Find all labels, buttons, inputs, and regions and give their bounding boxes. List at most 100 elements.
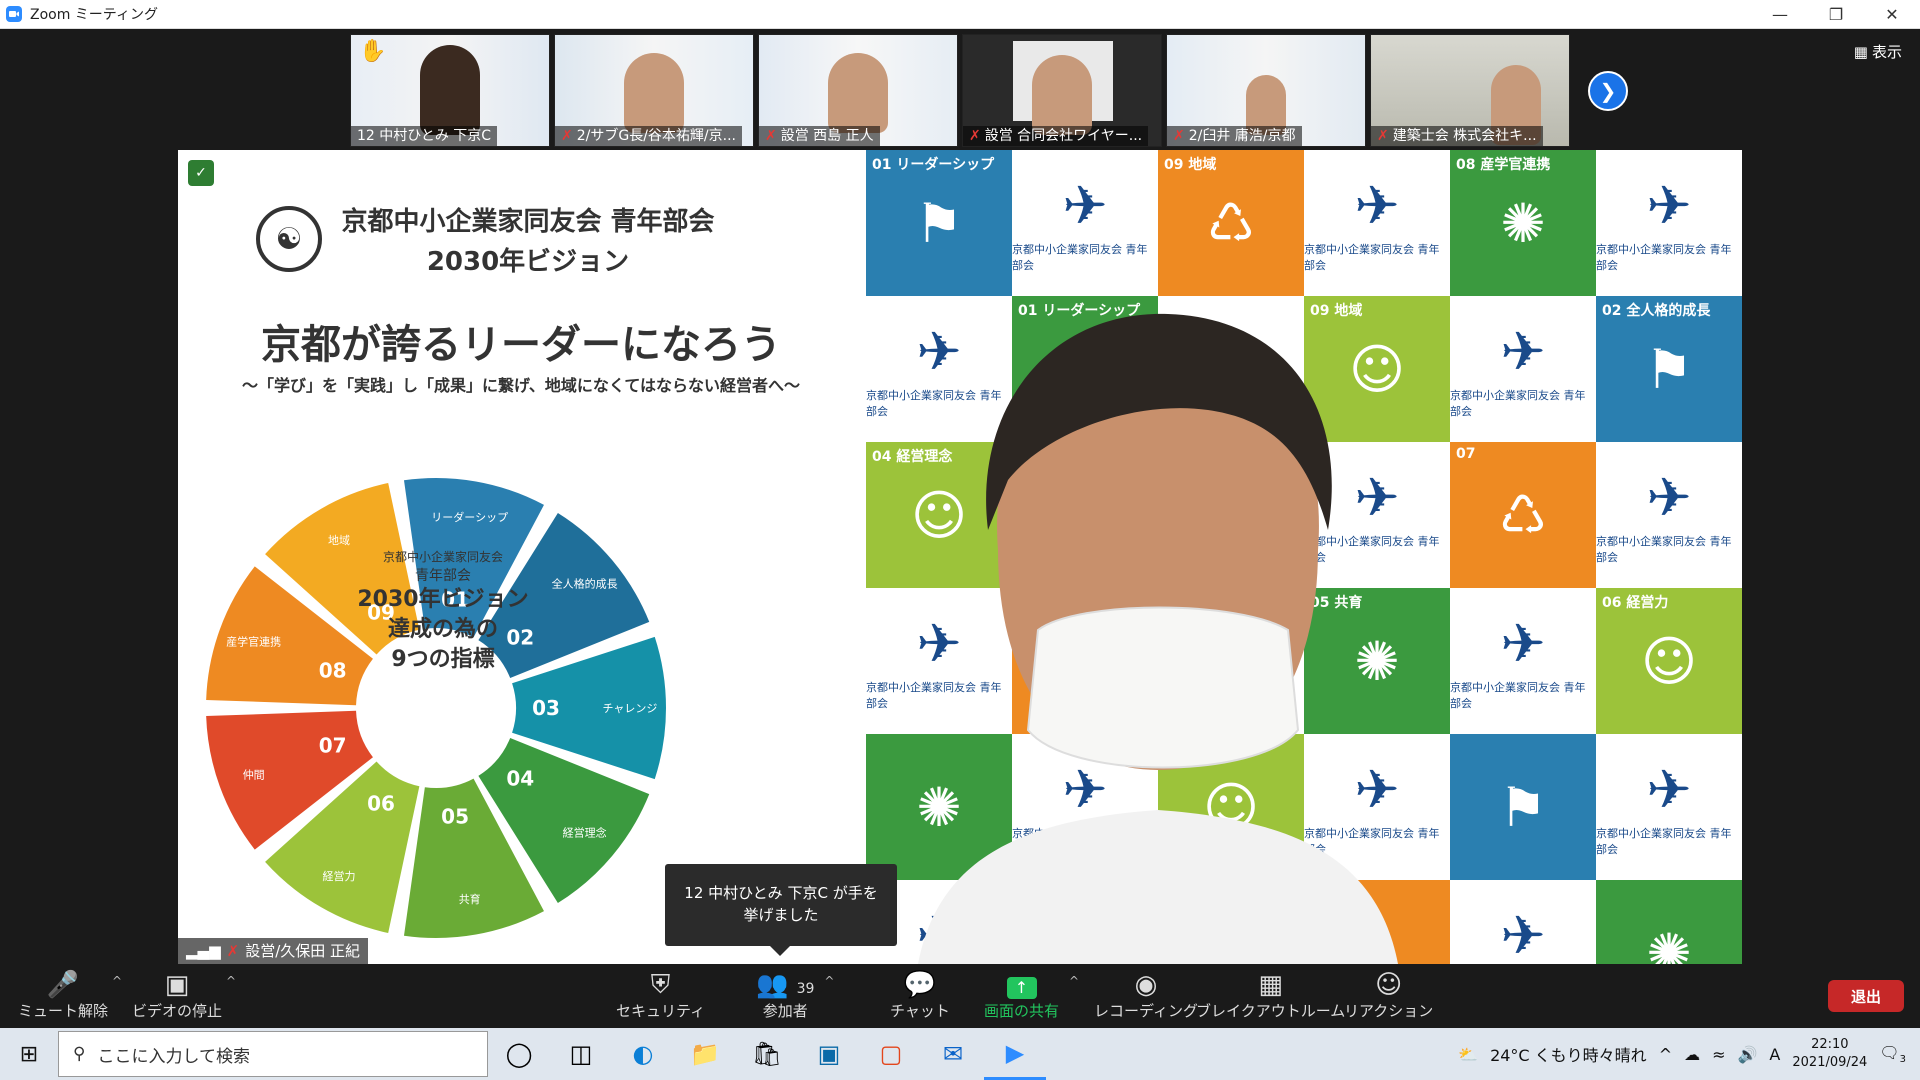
muted-mic-icon: ✗ [561,128,573,144]
close-button[interactable]: ✕ [1864,0,1920,29]
organization-logo-icon: ☯ [256,206,322,272]
edge-browser-icon[interactable]: ◐ [612,1028,674,1080]
indicator-icon: ✺ [1646,921,1692,965]
meeting-toolbar: 🎤 ミュート解除 ^ ▣ ビデオの停止 ^ ⛨ セキュリティ 👥 39 参加者 … [0,964,1920,1028]
breakout-rooms-button[interactable]: ▦ ブレイクアウトルーム [1196,970,1345,1021]
restore-button[interactable]: ❐ [1808,0,1864,29]
wheel-segment-label: 地域 [328,534,350,547]
participant-tile[interactable]: ✗ 設営 合同会社ワイヤー... [962,34,1162,147]
share-screen-icon: ↑ [1006,970,1037,1000]
zoom-taskbar-icon[interactable]: ▶ [984,1028,1046,1080]
stop-video-button[interactable]: ▣ ビデオの停止 ^ [132,970,236,1021]
indicator-icon: ⚑ [914,191,964,255]
participant-tile[interactable]: ✗ 設営 西島 正人 [758,34,958,147]
dell-app-icon[interactable]: ▣ [798,1028,860,1080]
slide-headline: 京都が誇るリーダーになろう [261,322,781,368]
office-icon[interactable]: ▢ [860,1028,922,1080]
participants-button[interactable]: 👥 39 参加者 ^ [756,970,834,1021]
participant-name: ✗ 設営 合同会社ワイヤー... [963,126,1149,146]
indicator-tile-tag: 08 産学官連携 [1456,157,1551,173]
gallery-strip: ✋ 12 中村ひとみ 下京C ✗ 2/サブG長/谷本祐輝/京... ✗ 設営 西島 … [350,34,1570,147]
signal-strength-icon: ▂▄▆ [186,942,221,960]
participant-name: 12 中村ひとみ 下京C [351,126,498,146]
grid-icon: ▦ [1258,970,1283,1000]
muted-mic-icon: ✗ [765,128,777,144]
zoom-app-icon [6,6,22,22]
logo-tile: ✈京都中小企業家同友会 青年部会 [1012,150,1158,296]
chevron-up-icon[interactable]: ^ [824,974,834,988]
store-icon[interactable]: 🛍 [736,1028,798,1080]
wheel-segment-label: 経営力 [323,869,356,883]
wheel-segment-number: 06 [367,791,395,815]
shield-icon: ⛨ [650,970,671,1000]
mail-icon[interactable]: ✉ [922,1028,984,1080]
slide-subline: 〜「学び」を「実践」し「成果」に繋げ、地域になくてはならない経営者へ〜 [241,376,801,395]
unmute-button[interactable]: 🎤 ミュート解除 ^ [18,970,122,1021]
participant-tile[interactable]: ✋ 12 中村ひとみ 下京C [350,34,550,147]
indicator-icon: ♺ [1498,483,1548,547]
logo-caption: 京都中小企業家同友会 青年部会 [1596,826,1732,856]
organization-name: 京都中小企業家同友会 青年部会 2030年ビジョン [341,207,715,277]
participant-name: ✗ 設営 西島 正人 [759,126,880,146]
active-speaker-label: ▂▄▆ ✗ 設営/久保田 正紀 [178,938,369,964]
chevron-up-icon[interactable]: ^ [112,974,122,988]
wheel-segment-number: 05 [441,804,469,828]
indicator-tile: 09 地域 ♺ [1158,150,1304,296]
window-title: Zoom ミーティング [30,7,158,23]
leave-button[interactable]: 退出 [1828,980,1904,1012]
logo-tile: ✈京都中小企業家同友会 青年部会 [1450,588,1596,734]
cortana-icon[interactable]: ◯ [488,1028,550,1080]
share-screen-button[interactable]: ↑ 画面の共有 ^ [984,970,1079,1021]
windows-taskbar: ⊞ ⚲ ここに入力して検索 ◯ ◫ ◐ 📁 🛍 ▣ ▢ ✉ ▶ ⛅ 24°C く… [0,1028,1920,1080]
chat-button[interactable]: 💬 チャット [890,970,950,1021]
ime-indicator[interactable]: A [1769,1045,1780,1064]
weather-text[interactable]: 24°C くもり時々晴れ [1490,1042,1647,1066]
record-button[interactable]: ◉ レコーディング [1094,970,1198,1021]
muted-mic-icon: ✗ [969,128,981,144]
onedrive-icon[interactable]: ☁ [1684,1045,1700,1064]
taskbar-search-box[interactable]: ⚲ ここに入力して検索 [58,1031,488,1077]
notification-icon[interactable]: 🗨3 [1879,1043,1906,1065]
chevron-up-icon[interactable]: ^ [226,974,236,988]
gallery-next-icon[interactable]: ❯ [1588,71,1628,111]
video-camera-icon: ▣ [164,970,190,1000]
volume-icon[interactable]: 🔊 [1738,1045,1758,1064]
taskbar-clock[interactable]: 22:10 2021/09/24 [1792,1036,1867,1072]
task-view-icon[interactable]: ◫ [550,1028,612,1080]
logo-caption: 京都中小企業家同友会 青年部会 [1596,534,1732,564]
organization-logo-icon: ✈ [1062,173,1108,237]
indicator-tile: 06 経営力 ☺ [1596,588,1742,734]
wheel-segment-label: 全人格的成長 [552,576,618,590]
indicator-tile: ✺ [1596,880,1742,964]
security-button[interactable]: ⛨ セキュリティ [616,970,705,1021]
weather-icon: ⛅ [1458,1044,1479,1064]
participants-icon: 👥 39 [756,970,815,1000]
view-button[interactable]: ▦ 表示 [1854,41,1902,62]
title-bar: Zoom ミーティング — ❐ ✕ [0,0,1920,29]
encryption-shield-icon[interactable]: ✓ [188,160,214,186]
windows-start-icon[interactable]: ⊞ [0,1028,58,1080]
minimize-button[interactable]: — [1752,0,1808,29]
wheel-segment-label: 仲間 [243,767,265,781]
file-explorer-icon[interactable]: 📁 [674,1028,736,1080]
muted-mic-icon: ✗ [226,942,240,960]
network-icon[interactable]: ≈ [1712,1045,1725,1064]
participant-tile[interactable]: ✗ 2/臼井 庸浩/京都 [1166,34,1366,147]
chevron-up-icon[interactable]: ^ [1659,1045,1672,1064]
indicator-icon: ⚑ [1498,775,1548,839]
wheel-segment-number: 03 [532,696,560,720]
indicator-tile-tag: 09 地域 [1164,157,1217,173]
participant-tile[interactable]: ✗ 建築士会 株式会社キ... [1370,34,1570,147]
chat-bubble-icon: 💬 [903,970,937,1000]
participant-name: ✗ 2/臼井 庸浩/京都 [1167,126,1302,146]
organization-logo-icon: ✈ [1646,465,1692,529]
reactions-button[interactable]: ☺ リアクション [1344,970,1433,1021]
indicator-tile-tag: 01 リーダーシップ [872,157,995,173]
logo-tile: ✈京都中小企業家同友会 青年部会 [1450,880,1596,964]
logo-tile: ✈京都中小企業家同友会 青年部会 [1304,150,1450,296]
wheel-segment-label: 産学官連携 [226,635,281,649]
participant-tile[interactable]: ✗ 2/サブG長/谷本祐輝/京... [554,34,754,147]
wheel-segment-label: 経営理念 [563,826,607,840]
chevron-up-icon[interactable]: ^ [1069,974,1079,988]
indicator-tile-tag: 07 [1456,446,1476,462]
